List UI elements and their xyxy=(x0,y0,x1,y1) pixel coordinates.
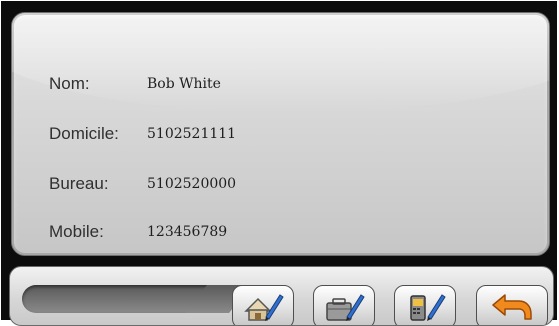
field-value: 123456789 xyxy=(147,224,228,240)
edit-home-icon xyxy=(244,294,284,321)
field-value: 5102520000 xyxy=(147,176,237,192)
field-value: Bob White xyxy=(147,76,221,92)
device-frame: Nom: Bob White Domicile: 5102521111 Bure… xyxy=(1,1,557,326)
field-row-home: Domicile: 5102521111 xyxy=(49,121,236,147)
bottom-toolbar xyxy=(9,266,554,326)
back-arrow-icon xyxy=(492,294,532,320)
edit-home-button[interactable] xyxy=(232,285,294,325)
field-row-name: Nom: Bob White xyxy=(49,71,221,97)
contact-details-panel: Nom: Bob White Domicile: 5102521111 Bure… xyxy=(11,12,550,256)
edit-office-button[interactable] xyxy=(313,285,375,325)
field-row-mobile: Mobile: 123456789 xyxy=(49,219,227,245)
field-row-office: Bureau: 5102520000 xyxy=(49,171,236,197)
field-label: Domicile: xyxy=(49,124,119,143)
edit-mobile-icon xyxy=(410,294,446,321)
field-label: Bureau: xyxy=(49,174,109,193)
edit-mobile-button[interactable] xyxy=(394,285,456,325)
field-label: Mobile: xyxy=(49,222,104,241)
field-value: 5102521111 xyxy=(147,126,237,142)
back-button[interactable] xyxy=(476,285,548,325)
edit-office-icon xyxy=(326,294,365,321)
toolbar-groove xyxy=(22,285,218,313)
field-label: Nom: xyxy=(49,74,90,93)
